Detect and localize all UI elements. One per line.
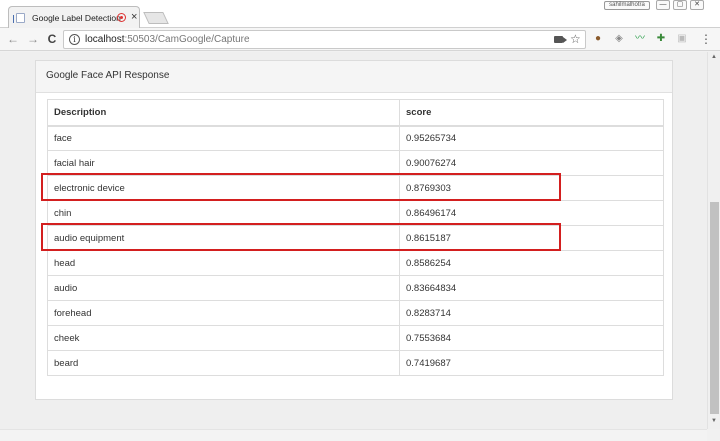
label-description: head bbox=[47, 250, 400, 276]
table-row: facial hair 0.90076274 bbox=[47, 150, 664, 176]
label-description: forehead bbox=[47, 300, 400, 326]
table-row: chin 0.86496174 bbox=[47, 200, 664, 226]
url-text: localhost:50503/CamGoogle/Capture bbox=[85, 34, 250, 45]
cookie-icon[interactable]: ● bbox=[592, 33, 604, 45]
label-score: 0.8769303 bbox=[399, 175, 664, 201]
label-score: 0.7553684 bbox=[399, 325, 664, 351]
tab-close-icon[interactable]: × bbox=[131, 11, 137, 23]
label-score: 0.95265734 bbox=[399, 125, 664, 151]
table-row: cheek 0.7553684 bbox=[47, 325, 664, 351]
label-score: 0.83664834 bbox=[399, 275, 664, 301]
close-window-button[interactable]: ✕ bbox=[690, 0, 704, 10]
site-info-icon[interactable]: i bbox=[69, 34, 80, 45]
scrollbar-thumb[interactable] bbox=[710, 202, 719, 414]
table-row: audio 0.83664834 bbox=[47, 275, 664, 301]
label-description: chin bbox=[47, 200, 400, 226]
column-header-description: Description bbox=[47, 99, 400, 127]
page-bottom bbox=[0, 429, 707, 441]
vertical-scrollbar[interactable]: ▲ ▼ bbox=[707, 52, 720, 429]
tab-strip: Google Label Detection × sahilmalhotra —… bbox=[0, 0, 720, 29]
scroll-up-icon[interactable]: ▲ bbox=[711, 54, 717, 60]
label-score: 0.90076274 bbox=[399, 150, 664, 176]
url-path: :50503/CamGoogle/Capture bbox=[124, 34, 250, 45]
page-favicon-icon bbox=[13, 13, 25, 23]
label-score: 0.8586254 bbox=[399, 250, 664, 276]
label-score: 0.8283714 bbox=[399, 300, 664, 326]
camera-icon[interactable] bbox=[554, 36, 567, 43]
recording-indicator-icon bbox=[117, 13, 126, 22]
label-description: audio bbox=[47, 275, 400, 301]
puzzle-icon[interactable]: ✚ bbox=[655, 33, 667, 45]
table-row: electronic device 0.8769303 bbox=[47, 175, 664, 201]
tab-title: Google Label Detection bbox=[32, 13, 121, 23]
table-row: head 0.8586254 bbox=[47, 250, 664, 276]
label-score: 0.8615187 bbox=[399, 225, 664, 251]
bookmark-star-icon[interactable]: ☆ bbox=[570, 32, 581, 46]
browser-tab[interactable]: Google Label Detection × bbox=[8, 6, 140, 29]
wave-icon[interactable]: 〰 bbox=[634, 33, 646, 45]
new-tab-button[interactable] bbox=[143, 12, 169, 24]
url-host: localhost bbox=[85, 34, 125, 45]
label-description: audio equipment bbox=[47, 225, 400, 251]
maximize-button[interactable]: ▢ bbox=[673, 0, 687, 10]
label-description: cheek bbox=[47, 325, 400, 351]
label-score: 0.86496174 bbox=[399, 200, 664, 226]
column-header-score: score bbox=[399, 99, 664, 127]
labels-table: Description score face 0.95265734 facial h… bbox=[47, 99, 664, 376]
label-description: facial hair bbox=[47, 150, 400, 176]
panel-heading: Google Face API Response bbox=[36, 61, 672, 93]
reload-icon[interactable]: C bbox=[44, 31, 60, 47]
label-description: beard bbox=[47, 350, 400, 376]
page-viewport: Google Face API Response Description sco… bbox=[0, 52, 707, 429]
table-row: audio equipment 0.8615187 bbox=[47, 225, 664, 251]
scroll-down-icon[interactable]: ▼ bbox=[711, 418, 717, 424]
lock-icon[interactable]: ▣ bbox=[676, 33, 688, 45]
browser-menu-icon[interactable]: ⋮ bbox=[698, 31, 714, 47]
profile-button[interactable]: sahilmalhotra bbox=[604, 1, 650, 10]
minimize-button[interactable]: — bbox=[656, 0, 670, 10]
table-header-row: Description score bbox=[47, 99, 664, 127]
label-description: face bbox=[47, 125, 400, 151]
shield-icon[interactable]: ◈ bbox=[613, 33, 625, 45]
label-description: electronic device bbox=[47, 175, 400, 201]
label-score: 0.7419687 bbox=[399, 350, 664, 376]
table-row: face 0.95265734 bbox=[47, 125, 664, 151]
table-row: beard 0.7419687 bbox=[47, 350, 664, 376]
browser-toolbar: ← → C i localhost:50503/CamGoogle/Captur… bbox=[0, 28, 720, 51]
address-bar[interactable]: i localhost:50503/CamGoogle/Capture ☆ bbox=[63, 30, 586, 49]
forward-arrow-icon[interactable]: → bbox=[25, 31, 41, 47]
response-panel: Google Face API Response Description sco… bbox=[35, 60, 673, 400]
table-row: forehead 0.8283714 bbox=[47, 300, 664, 326]
back-arrow-icon[interactable]: ← bbox=[5, 31, 21, 47]
